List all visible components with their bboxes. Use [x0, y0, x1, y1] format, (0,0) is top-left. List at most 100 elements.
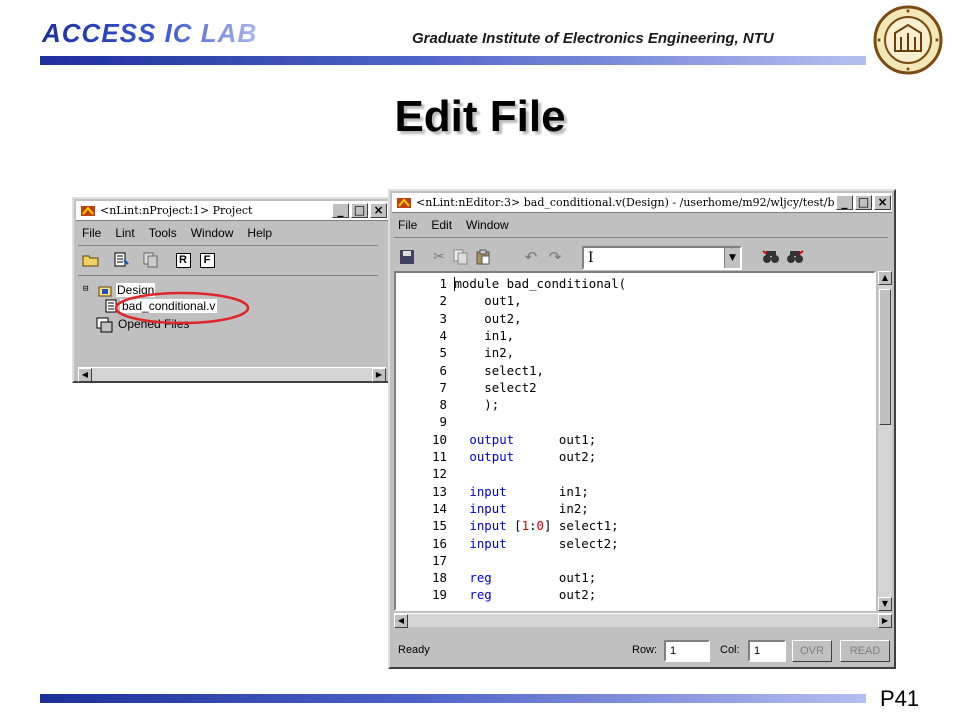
line-number: 10 [432, 431, 447, 447]
project-titlebar[interactable]: <nLint:nProject:1> Project _ □ × [76, 201, 388, 221]
code-line[interactable]: 14 input in2; [396, 500, 874, 517]
collapse-icon[interactable]: ⊟ [83, 284, 88, 294]
menu-file[interactable]: File [396, 217, 419, 235]
line-number: 3 [439, 310, 447, 326]
code-editor[interactable]: 1 module bad_conditional(2 out1, 3 out2, 4… [394, 271, 876, 611]
code-keyword: reg [454, 587, 492, 603]
line-gutter-gap [447, 466, 454, 481]
list-icon[interactable] [110, 249, 132, 271]
code-text: [ [506, 518, 522, 534]
code-line[interactable]: 9 [396, 413, 874, 430]
menu-window[interactable]: Window [464, 217, 511, 235]
project-hscrollbar[interactable]: ◀ ▶ [78, 367, 386, 382]
menu-edit[interactable]: Edit [429, 217, 454, 235]
line-number: 2 [439, 293, 447, 309]
code-keyword: reg [454, 570, 492, 586]
university-seal-icon [873, 5, 943, 75]
project-tree: ⊟ Design bad_conditional.v Opened Files [80, 279, 386, 367]
editor-vscrollbar[interactable]: ▲ ▼ [878, 271, 892, 611]
code-text: : [529, 518, 537, 534]
close-button[interactable]: × [370, 203, 387, 218]
code-line[interactable]: 1 module bad_conditional( [396, 275, 874, 292]
code-line[interactable]: 3 out2, [396, 310, 874, 327]
open-folder-icon[interactable] [80, 249, 102, 271]
code-text: select2; [506, 535, 619, 551]
code-line[interactable]: 18 reg out1; [396, 569, 874, 586]
menu-window[interactable]: Window [189, 225, 236, 243]
code-text: in1, [454, 327, 515, 343]
minimize-button[interactable]: _ [836, 195, 853, 210]
read-indicator: READ [840, 640, 890, 662]
menu-file[interactable]: File [80, 225, 103, 243]
scroll-thumb[interactable] [879, 289, 891, 425]
code-line[interactable]: 11 output out2; [396, 448, 874, 465]
code-line[interactable]: 5 in2, [396, 344, 874, 361]
code-line[interactable]: 10 output out1; [396, 431, 874, 448]
code-line[interactable]: 2 out1, [396, 292, 874, 309]
code-line[interactable]: 12 [396, 465, 874, 482]
code-text: out1; [491, 570, 597, 586]
find-prev-icon[interactable] [760, 246, 782, 268]
scroll-right-button[interactable]: ▶ [878, 614, 892, 628]
code-line[interactable]: 15 input [1:0] select1; [396, 517, 874, 534]
code-line[interactable]: 6 select1, [396, 362, 874, 379]
col-label: Col: [720, 644, 740, 656]
paste-icon[interactable] [472, 246, 494, 268]
line-number: 5 [439, 345, 447, 361]
scroll-up-button[interactable]: ▲ [878, 271, 892, 285]
code-keyword: input [454, 500, 507, 516]
code-line[interactable]: 4 in1, [396, 327, 874, 344]
f-icon[interactable]: F [196, 249, 218, 271]
menu-tools[interactable]: Tools [147, 225, 179, 243]
save-icon[interactable] [396, 246, 418, 268]
maximize-button[interactable]: □ [855, 195, 872, 210]
code-line[interactable]: 16 input select2; [396, 535, 874, 552]
f-icon-label: F [199, 252, 215, 268]
code-keyword: output [454, 449, 515, 464]
line-number: 4 [439, 327, 447, 343]
combo-dropdown-icon[interactable]: ▼ [724, 248, 740, 268]
code-text: in2; [506, 500, 589, 516]
code-line[interactable]: 7 select2 [396, 379, 874, 396]
code-text: in1; [506, 483, 589, 499]
code-number: 0 [536, 518, 545, 534]
redo-icon[interactable]: ↷ [544, 246, 566, 268]
row-field: 1 [664, 640, 710, 662]
code-text: module bad_conditional( [454, 276, 627, 291]
menu-lint[interactable]: Lint [113, 225, 136, 243]
cut-icon[interactable]: ✂ [428, 246, 450, 268]
menu-help[interactable]: Help [245, 225, 274, 243]
code-keyword: input [454, 518, 507, 534]
line-number: 17 [432, 552, 447, 568]
app-icon [81, 205, 95, 216]
scroll-left-button[interactable]: ◀ [394, 614, 408, 628]
code-text: select2 [454, 379, 537, 395]
r-icon[interactable]: R [172, 249, 194, 271]
line-number: 7 [439, 379, 447, 395]
find-next-icon[interactable] [784, 246, 806, 268]
lab-title: ACCESS IC LAB [42, 18, 258, 48]
highlight-ellipse [114, 291, 250, 325]
editor-titlebar[interactable]: <nLint:nEditor:3> bad_conditional.v(Desi… [392, 193, 892, 213]
code-line[interactable]: 13 input in1; [396, 483, 874, 500]
search-input[interactable]: I [588, 250, 594, 266]
code-line[interactable]: 8 ); [396, 396, 874, 413]
code-line[interactable]: 19 reg out2; [396, 586, 874, 603]
code-text: out2; [514, 449, 597, 464]
editor-hscrollbar[interactable]: ◀ ▶ [394, 613, 892, 628]
code-text: select1, [454, 362, 544, 378]
minimize-button[interactable]: _ [332, 203, 349, 218]
line-number: 1 [439, 276, 447, 291]
copy-icon[interactable] [450, 246, 472, 268]
maximize-button[interactable]: □ [351, 203, 368, 218]
scroll-left-button[interactable]: ◀ [78, 368, 92, 382]
code-line[interactable]: 17 [396, 552, 874, 569]
undo-icon[interactable]: ↶ [520, 246, 542, 268]
copy-icon[interactable] [140, 249, 162, 271]
scroll-right-button[interactable]: ▶ [372, 368, 386, 382]
search-combo[interactable]: I ▼ [582, 246, 742, 270]
row-label: Row: [632, 644, 658, 656]
scroll-down-button[interactable]: ▼ [878, 597, 892, 611]
close-button[interactable]: × [874, 195, 891, 210]
institute-title: Graduate Institute of Electronics Engine… [412, 30, 774, 47]
